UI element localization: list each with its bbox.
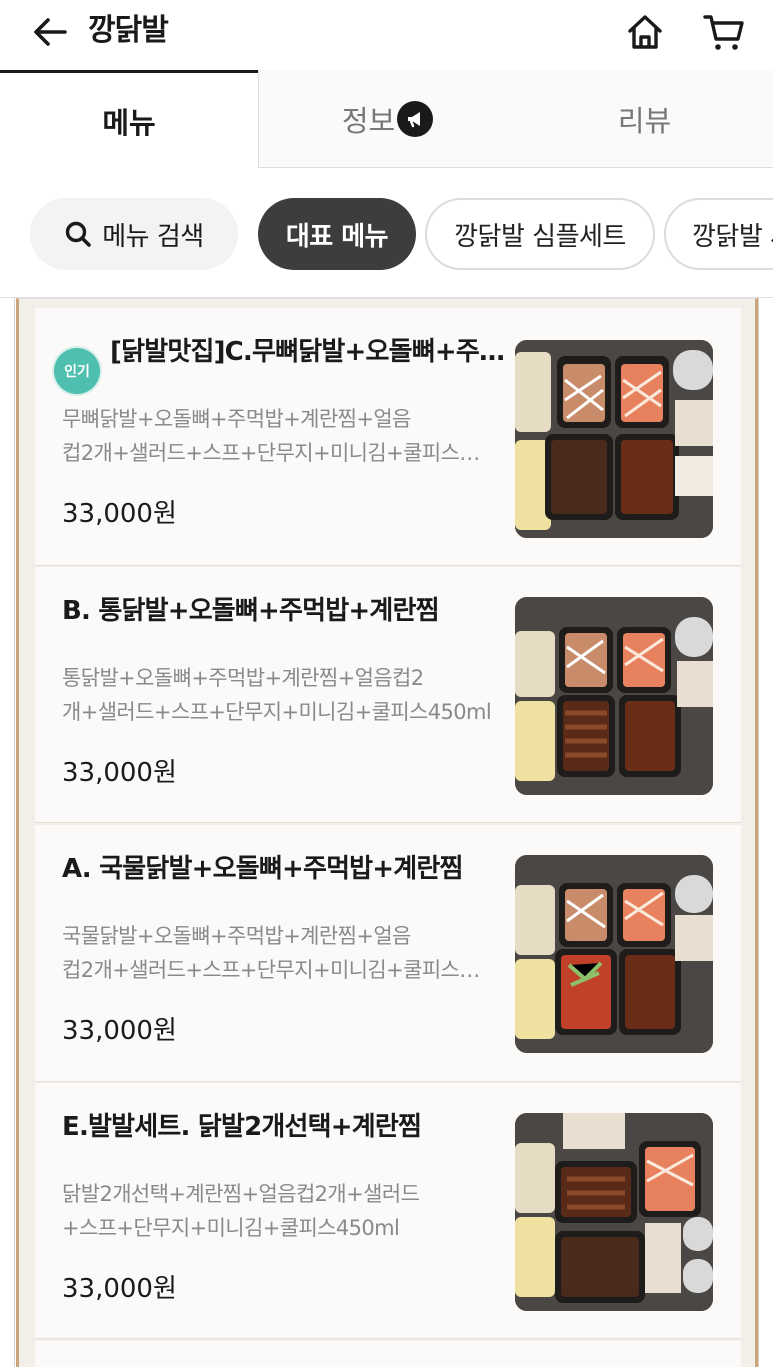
menu-search-button[interactable]: 메뉴 검색 [30, 198, 238, 270]
megaphone-icon [397, 100, 434, 137]
menu-item-desc-line: 컵2개+샐러드+스프+단무지+미니김+쿨피스450ml [62, 958, 492, 982]
menu-item-photo [515, 340, 713, 538]
menu-item-description: 국물닭발+오돌뼈+주먹밥+계란찜+얼음 컵2개+샐러드+스프+단무지+미니김+쿨… [62, 919, 492, 987]
search-icon [64, 220, 92, 248]
home-button[interactable] [622, 10, 668, 54]
menu-item-name: E.발발세트. 닭발2개선택+계란찜 [62, 1112, 422, 1142]
app-header: 깡닭발 [0, 0, 773, 70]
cart-button[interactable] [700, 10, 748, 54]
chip-set[interactable]: 깡닭발 세 [664, 198, 773, 270]
tab-review[interactable]: 리뷰 [516, 70, 773, 168]
menu-item-description: 무뼈닭발+오돌뼈+주먹밥+계란찜+얼음 컵2개+샐러드+스프+단무지+미니김+쿨… [62, 402, 492, 470]
menu-item-description: 통닭발+오돌뼈+주먹밥+계란찜+얼음컵2 개+샐러드+스프+단무지+미니김+쿨피… [62, 661, 492, 729]
menu-item-desc-line: 통닭발+오돌뼈+주먹밥+계란찜+얼음컵2 [62, 666, 424, 690]
menu-item-price: 33,000원 [62, 499, 177, 529]
menu-item[interactable]: B. 통닭발+오돌뼈+주먹밥+계란찜 통닭발+오돌뼈+주먹밥+계란찜+얼음컵2 … [35, 567, 741, 823]
back-button[interactable] [28, 12, 72, 52]
menu-item[interactable] [35, 1341, 741, 1367]
cart-icon [703, 15, 744, 50]
chip-representative-menu[interactable]: 대표 메뉴 [258, 198, 416, 270]
menu-item-desc-line: 무뼈닭발+오돌뼈+주먹밥+계란찜+얼음 [62, 407, 411, 431]
menu-item[interactable]: E.발발세트. 닭발2개선택+계란찜 닭발2개선택+계란찜+얼음컵2개+샐러드 … [35, 1083, 741, 1339]
menu-item-desc-line: 컵2개+샐러드+스프+단무지+미니김+쿨피스450ml [62, 441, 492, 465]
menu-item-photo [515, 1113, 713, 1311]
menu-item-name: B. 통닭발+오돌뼈+주먹밥+계란찜 [62, 596, 440, 626]
menu-item-desc-line: 개+샐러드+스프+단무지+미니김+쿨피스450ml [62, 700, 492, 724]
home-icon [628, 15, 662, 49]
menu-item-desc-line: 닭발2개선택+계란찜+얼음컵2개+샐러드 [62, 1182, 420, 1206]
menu-item[interactable]: A. 국물닭발+오돌뼈+주먹밥+계란찜 국물닭발+오돌뼈+주먹밥+계란찜+얼음 … [35, 825, 741, 1082]
menu-item-desc-line: 국물닭발+오돌뼈+주먹밥+계란찜+얼음 [62, 924, 411, 948]
tab-review-label: 리뷰 [617, 103, 672, 138]
menu-item-description: 닭발2개선택+계란찜+얼음컵2개+샐러드 +스프+단무지+미니김+쿨피스450m… [62, 1177, 492, 1245]
frame-line-left [14, 298, 15, 1367]
menu-item-price: 33,000원 [62, 758, 177, 788]
arrow-left-icon [34, 18, 67, 46]
menu-item-name: [닭발맛집]C.무뼈닭발+오돌뼈+주먹밥+계란찜 [110, 337, 507, 367]
menu-list: 인기 [닭발맛집]C.무뼈닭발+오돌뼈+주먹밥+계란찜 무뼈닭발+오돌뼈+주먹밥… [0, 298, 773, 1367]
menu-item-name: A. 국물닭발+오돌뼈+주먹밥+계란찜 [62, 854, 463, 884]
tab-menu-label: 메뉴 [102, 105, 156, 140]
menu-item-desc-line: +스프+단무지+미니김+쿨피스450ml [62, 1216, 400, 1240]
menu-item[interactable]: 인기 [닭발맛집]C.무뼈닭발+오돌뼈+주먹밥+계란찜 무뼈닭발+오돌뼈+주먹밥… [35, 308, 741, 566]
tab-info-label: 정보 [341, 103, 396, 138]
menu-item-photo [515, 597, 713, 795]
chip-simple-set[interactable]: 깡닭발 심플세트 [425, 198, 655, 270]
menu-search-label: 메뉴 검색 [102, 221, 204, 252]
menu-item-price: 33,000원 [62, 1274, 177, 1304]
store-title: 깡닭발 [88, 13, 169, 48]
tab-menu[interactable]: 메뉴 [0, 70, 258, 168]
menu-item-price: 33,000원 [62, 1016, 177, 1046]
frame-line-right [758, 298, 759, 1367]
tab-info[interactable]: 정보 [258, 70, 516, 168]
popular-badge: 인기 [54, 348, 100, 394]
tab-bar: 메뉴 정보 리뷰 [0, 70, 773, 168]
category-chip-bar: 메뉴 검색 대표 메뉴 깡닭발 심플세트 깡닭발 세 [0, 168, 773, 298]
menu-item-photo [515, 855, 713, 1053]
